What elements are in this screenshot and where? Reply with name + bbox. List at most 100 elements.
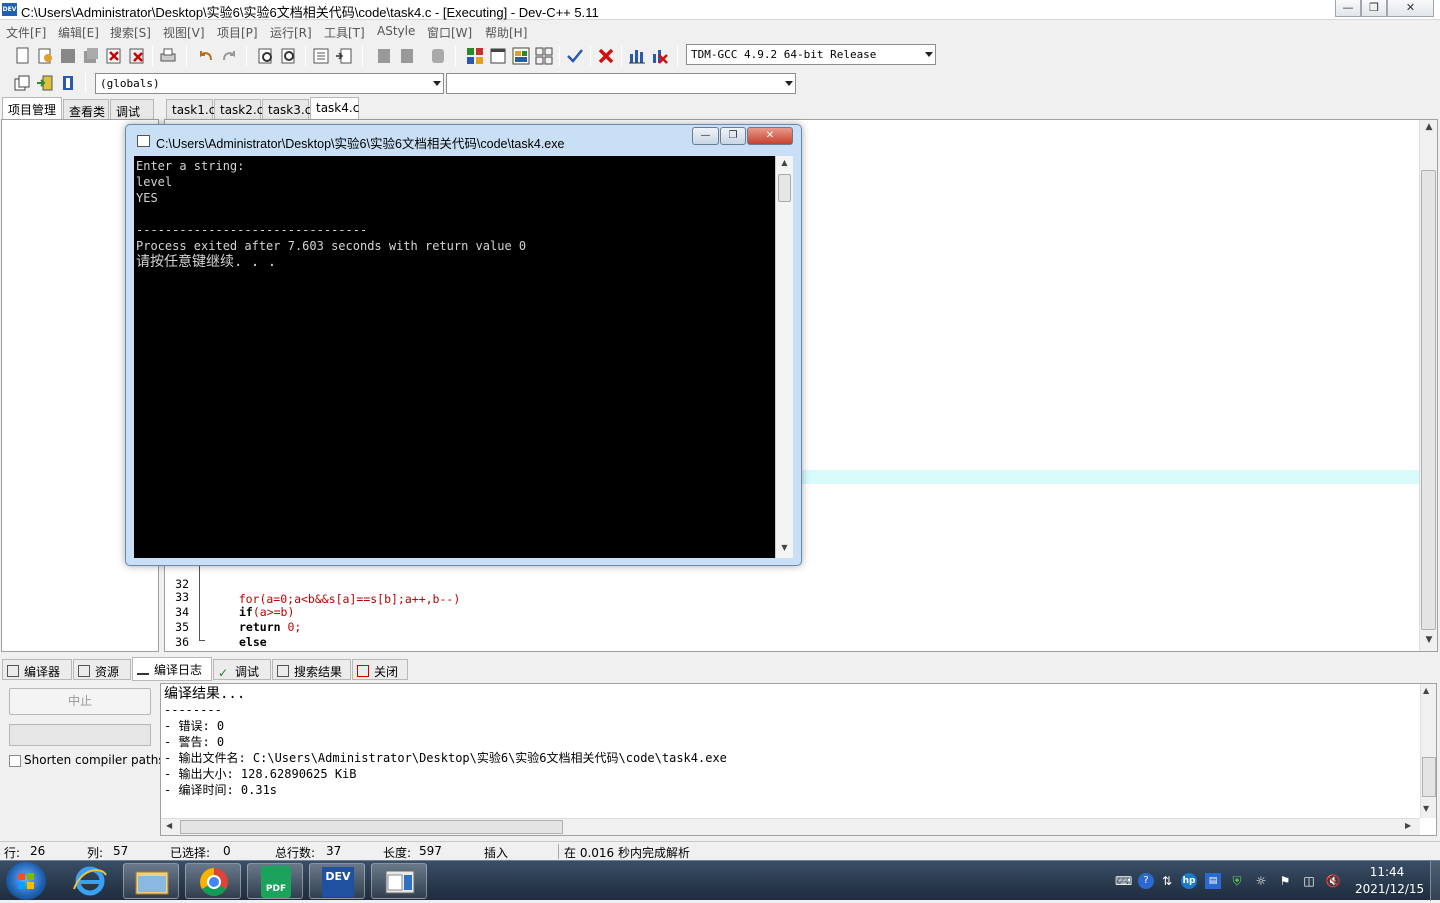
scroll-down-icon[interactable]: ▼: [1422, 635, 1436, 649]
menu-edit[interactable]: 编辑[E]: [58, 24, 99, 41]
console-maximize-button[interactable]: ❐: [720, 127, 746, 145]
tab-compile-log[interactable]: 编译日志: [132, 657, 212, 681]
member-select[interactable]: [446, 73, 796, 94]
print-icon[interactable]: [158, 46, 178, 66]
help-icon[interactable]: ?: [1138, 873, 1154, 889]
menu-search[interactable]: 搜索[S]: [110, 24, 151, 41]
toggle-comment-icon[interactable]: [428, 46, 448, 66]
scroll-right-icon[interactable]: ▶: [1405, 821, 1411, 830]
undo-icon[interactable]: [196, 46, 216, 66]
minimize-button[interactable]: —: [1335, 0, 1361, 17]
log-horizontal-scrollbar[interactable]: ◀ ▶: [161, 818, 1420, 835]
tab-file-task3[interactable]: task3.c: [262, 99, 311, 120]
new-file-icon[interactable]: [12, 46, 32, 66]
volume-muted-icon[interactable]: 🔇: [1325, 873, 1341, 889]
tab-debug-left[interactable]: 调试: [110, 99, 154, 120]
indent-left-icon[interactable]: [374, 46, 394, 66]
usb-icon[interactable]: ⇅: [1159, 873, 1175, 889]
menu-astyle[interactable]: AStyle: [377, 24, 415, 38]
goto-bookmark-list-icon[interactable]: [58, 73, 78, 93]
goto-bookmark-icon[interactable]: [334, 46, 354, 66]
insert-icon[interactable]: [12, 73, 32, 93]
editor-vertical-scrollbar[interactable]: ▲ ▼: [1419, 120, 1437, 651]
run-icon[interactable]: [488, 46, 508, 66]
scroll-up-icon[interactable]: ▲: [1423, 686, 1429, 695]
network-device-icon[interactable]: ▤: [1205, 873, 1221, 889]
console-taskbar-button[interactable]: [371, 863, 427, 899]
console-minimize-button[interactable]: —: [692, 127, 719, 145]
tab-class-view[interactable]: 查看类: [63, 99, 109, 120]
scroll-down-icon[interactable]: ▼: [778, 543, 791, 555]
save-icon[interactable]: [58, 46, 78, 66]
security-icon[interactable]: ☼: [1253, 873, 1269, 889]
explorer-taskbar-button[interactable]: [123, 863, 179, 899]
log-scroll-thumb[interactable]: [1422, 757, 1436, 797]
clock[interactable]: 11:44 2021/12/15: [1355, 864, 1424, 898]
tab-compiler[interactable]: 编译器: [2, 659, 72, 680]
shield-icon[interactable]: ⛨: [1229, 873, 1245, 889]
console-vertical-scrollbar[interactable]: ▲ ▼: [775, 156, 793, 558]
goto-line-icon[interactable]: [311, 46, 331, 66]
replace-icon[interactable]: [279, 46, 299, 66]
console-window[interactable]: C:\Users\Administrator\Desktop\实验6\实验6文档…: [125, 124, 802, 566]
scroll-down-icon[interactable]: ▼: [1423, 804, 1429, 813]
editor-scroll-thumb[interactable]: [1421, 170, 1436, 630]
tab-resources[interactable]: 资源: [73, 659, 131, 680]
abort-button[interactable]: 中止: [9, 688, 151, 715]
menu-window[interactable]: 窗口[W]: [427, 24, 472, 41]
close-file-icon[interactable]: [104, 46, 124, 66]
tab-file-task4[interactable]: task4.c: [310, 97, 359, 120]
tab-label: task4.c: [316, 101, 360, 115]
menu-tools[interactable]: 工具[T]: [324, 24, 365, 41]
stop-execution-icon[interactable]: [596, 46, 616, 66]
scroll-left-icon[interactable]: ◀: [166, 821, 172, 830]
menu-run[interactable]: 运行[R]: [270, 24, 312, 41]
scroll-up-icon[interactable]: ▲: [1422, 122, 1436, 136]
monitor-icon[interactable]: ◫: [1301, 873, 1317, 889]
tab-close[interactable]: 关闭: [352, 659, 408, 680]
close-all-icon[interactable]: [127, 46, 147, 66]
close-button[interactable]: ✕: [1387, 0, 1434, 17]
indent-right-icon[interactable]: [397, 46, 417, 66]
redo-icon[interactable]: [219, 46, 239, 66]
compile-icon[interactable]: [465, 46, 485, 66]
pdf-taskbar-button[interactable]: PDF: [247, 863, 303, 899]
compiler-select[interactable]: TDM-GCC 4.9.2 64-bit Release: [686, 44, 936, 65]
open-file-icon[interactable]: [35, 46, 55, 66]
menu-project[interactable]: 项目[P]: [217, 24, 258, 41]
ie-taskbar-button[interactable]: [62, 863, 118, 899]
menu-file[interactable]: 文件[F]: [6, 24, 46, 41]
console-close-button[interactable]: ✕: [747, 127, 793, 145]
flag-icon[interactable]: ⚑: [1277, 873, 1293, 889]
tab-file-task1[interactable]: task1.c: [166, 99, 215, 120]
save-all-icon[interactable]: [81, 46, 101, 66]
start-button[interactable]: [6, 862, 46, 900]
shorten-paths-checkbox[interactable]: [9, 755, 21, 767]
tab-debug[interactable]: ✓ 调试: [213, 659, 271, 680]
log-hscroll-thumb[interactable]: [180, 820, 563, 834]
delete-profile-icon[interactable]: [650, 46, 670, 66]
tab-project-manager[interactable]: 项目管理: [2, 97, 62, 120]
menu-help[interactable]: 帮助[H]: [485, 24, 527, 41]
hp-icon[interactable]: hp: [1181, 873, 1197, 889]
syntax-check-icon[interactable]: [565, 46, 585, 66]
rebuild-all-icon[interactable]: [534, 46, 554, 66]
scope-select[interactable]: (globals): [95, 73, 444, 94]
find-icon[interactable]: [256, 46, 276, 66]
menu-view[interactable]: 视图[V]: [163, 24, 205, 41]
scroll-up-icon[interactable]: ▲: [778, 158, 791, 170]
compile-log[interactable]: 编译结果... -------- - 错误: 0 - 警告: 0 - 输出文件名…: [160, 683, 1437, 836]
tab-search-results[interactable]: 搜索结果: [272, 659, 351, 680]
log-vertical-scrollbar[interactable]: ▲ ▼: [1420, 684, 1436, 818]
chrome-taskbar-button[interactable]: [185, 863, 241, 899]
toggle-bookmark-icon[interactable]: [35, 73, 55, 93]
tab-file-task2[interactable]: task2.c: [214, 99, 263, 120]
devcpp-taskbar-button[interactable]: DEV: [309, 863, 365, 899]
show-desktop-button[interactable]: [1430, 861, 1440, 901]
profile-icon[interactable]: [627, 46, 647, 66]
keyboard-icon[interactable]: ⌨: [1115, 873, 1132, 889]
console-scroll-thumb[interactable]: [778, 174, 791, 202]
console-output[interactable]: Enter a string: level YES --------------…: [134, 156, 775, 558]
compile-run-icon[interactable]: [511, 46, 531, 66]
maximize-button[interactable]: ❐: [1361, 0, 1387, 17]
